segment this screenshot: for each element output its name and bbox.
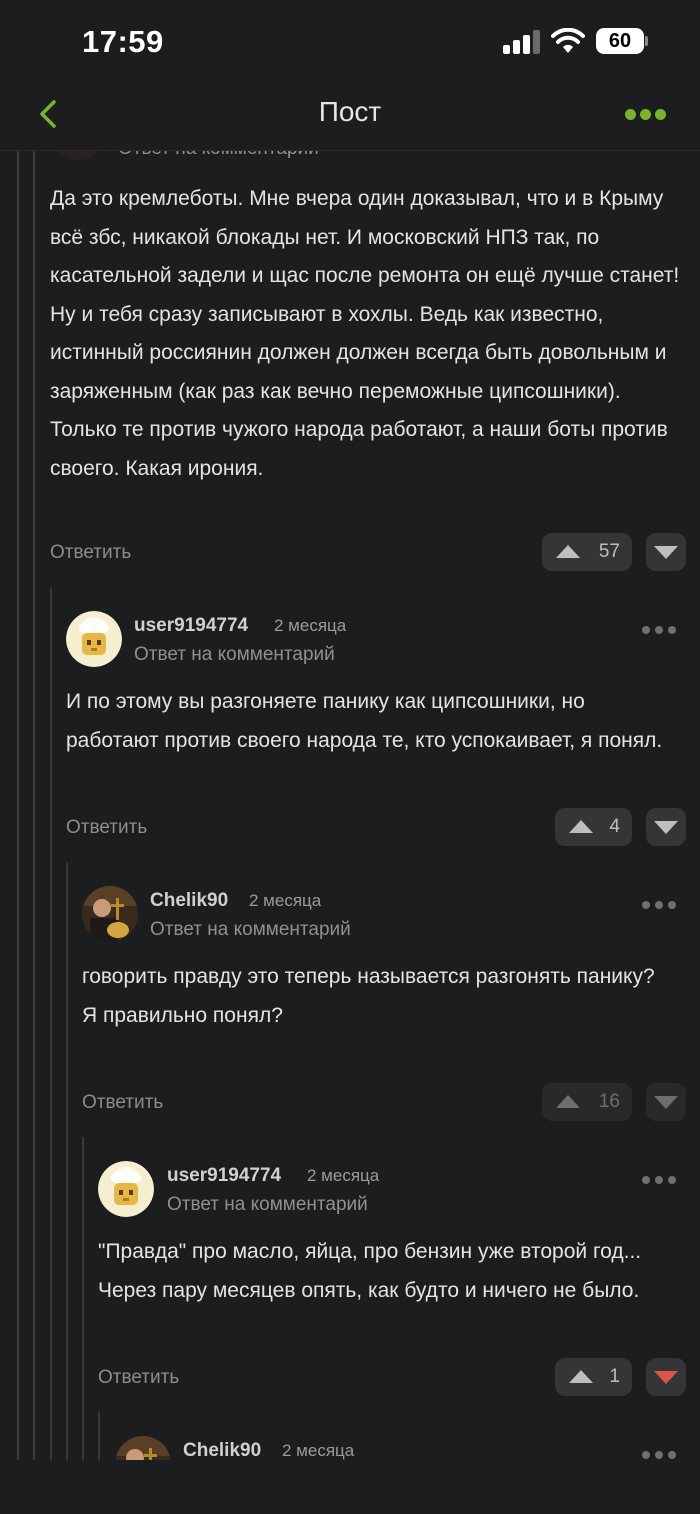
comment-text: говорить правду это теперь называется ра… — [82, 958, 680, 1035]
comment-text-line: Я правильно понял? — [82, 1003, 283, 1027]
comment: Ответ на комментарий Да это кремлеботы. … — [0, 150, 700, 580]
wifi-icon — [551, 28, 585, 53]
reply-note: Ответ на комментарий — [167, 1194, 368, 1215]
comment-text: "Правда" про масло, яйца, про бензин уже… — [98, 1240, 642, 1302]
rating-count: 4 — [609, 816, 620, 837]
cellular-signal-icon — [503, 30, 541, 54]
comment-text-line: говорить правду это теперь называется ра… — [82, 965, 655, 988]
reply-note: Ответ на комментарий — [134, 644, 335, 665]
comment: Chelik90 2 месяца Ответ на комментарий г… — [0, 865, 700, 1130]
comment-more-icon[interactable] — [640, 1443, 680, 1460]
downvote-button[interactable] — [646, 1083, 686, 1121]
comment: user9194774 2 месяца Ответ на комментари… — [0, 590, 700, 855]
downvote-icon — [654, 821, 678, 834]
comment-time: 2 месяца — [274, 616, 347, 635]
comment-more-icon[interactable] — [640, 1168, 680, 1192]
avatar[interactable] — [115, 1436, 171, 1460]
rating-count: 57 — [598, 541, 620, 562]
comment-time: 2 месяца — [282, 1441, 355, 1460]
username[interactable]: user9194774 — [167, 1165, 281, 1187]
upvote-icon — [556, 1095, 580, 1108]
pikabu-default-avatar-icon — [98, 1161, 154, 1217]
upvote-button[interactable]: 16 — [542, 1083, 632, 1121]
rating-count: 1 — [609, 1366, 620, 1387]
comment-more-icon[interactable] — [640, 618, 680, 642]
reply-note: Ответ на комментарий — [118, 150, 319, 160]
user-photo-avatar — [82, 886, 138, 942]
comment: Chelik90 2 месяца — [0, 1415, 700, 1460]
avatar[interactable] — [98, 1161, 154, 1217]
avatar[interactable] — [82, 886, 138, 942]
reply-button[interactable]: Ответить — [50, 542, 131, 564]
reply-button[interactable]: Ответить — [66, 817, 147, 839]
battery-tip — [645, 36, 648, 46]
comment-time: 2 месяца — [307, 1166, 380, 1185]
comment-text: Да это кремлеботы. Мне вчера один доказы… — [50, 187, 680, 480]
username[interactable]: Chelik90 — [183, 1440, 261, 1460]
reply-note: Ответ на комментарий — [150, 919, 351, 940]
upvote-button[interactable]: 1 — [555, 1358, 632, 1396]
rating-count: 16 — [598, 1091, 620, 1112]
reply-button[interactable]: Ответить — [98, 1367, 179, 1389]
username[interactable]: Chelik90 — [150, 890, 228, 912]
downvote-button[interactable] — [646, 808, 686, 846]
bottom-safe-area — [0, 1460, 700, 1514]
reply-button[interactable]: Ответить — [82, 1092, 163, 1114]
downvote-button[interactable] — [646, 533, 686, 571]
pikabu-default-avatar-icon — [66, 611, 122, 667]
status-time: 17:59 — [82, 24, 164, 59]
upvote-button[interactable]: 4 — [555, 808, 632, 846]
status-bar: 17:59 60 — [0, 0, 700, 84]
avatar[interactable] — [66, 611, 122, 667]
more-options-icon[interactable] — [620, 96, 670, 130]
upvote-button[interactable]: 57 — [542, 533, 632, 571]
comment-text: И по этому вы разгоняете панику как ципс… — [66, 690, 663, 752]
username[interactable]: user9194774 — [134, 615, 248, 637]
comment: user9194774 2 месяца Ответ на комментари… — [0, 1140, 700, 1405]
upvote-icon — [569, 820, 593, 833]
nav-bar: Пост — [0, 84, 700, 151]
downvote-icon — [654, 1371, 678, 1384]
user-photo-avatar — [115, 1436, 171, 1460]
downvote-button-active[interactable] — [646, 1358, 686, 1396]
battery-indicator: 60 — [596, 28, 644, 54]
page-title: Пост — [318, 96, 382, 127]
comment-time: 2 месяца — [249, 891, 322, 910]
downvote-icon — [654, 546, 678, 559]
comment-more-icon[interactable] — [640, 893, 680, 917]
upvote-icon — [569, 1370, 593, 1383]
upvote-icon — [556, 545, 580, 558]
comments-thread: Ответ на комментарий Да это кремлеботы. … — [0, 150, 700, 1460]
avatar[interactable] — [50, 150, 106, 160]
downvote-icon — [654, 1096, 678, 1109]
